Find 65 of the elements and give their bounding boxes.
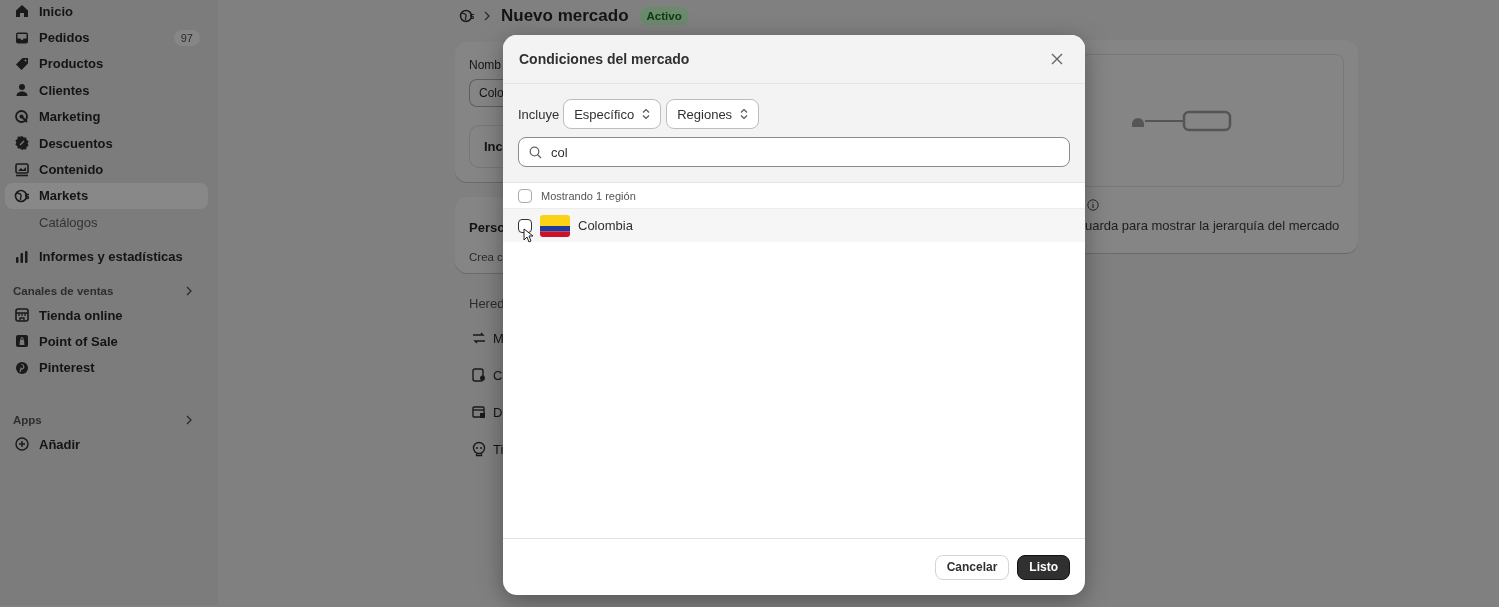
sidebar-item[interactable]: Clientes: [5, 77, 208, 104]
done-button[interactable]: Listo: [1017, 554, 1070, 580]
home-icon: [14, 3, 30, 20]
checkbox[interactable]: [518, 218, 532, 233]
person-icon: [14, 82, 30, 99]
sidebar-item[interactable]: Descuentos: [5, 129, 208, 157]
sort-arrows-icon: [642, 108, 651, 120]
sidebar-item[interactable]: Point of Sale: [5, 328, 208, 355]
sidebar-item[interactable]: Markets: [5, 182, 208, 210]
storefront-icon: [14, 307, 30, 324]
search-icon: [529, 145, 542, 159]
monitor-icon: [14, 161, 30, 178]
discount-badge-icon: [14, 135, 30, 152]
cancel-button[interactable]: Cancelar: [934, 554, 1010, 580]
page-title: Nuevo mercado: [501, 6, 629, 26]
checkbox[interactable]: [518, 188, 532, 203]
shopping-bag-icon: [14, 333, 30, 350]
exchange-dollar-icon: [471, 330, 487, 346]
face-icon: [471, 441, 487, 457]
section-header[interactable]: Apps: [13, 411, 193, 430]
region-name: Colombia: [578, 218, 633, 233]
sidebar-item[interactable]: Contenido: [5, 156, 208, 183]
window-stack-icon: [471, 404, 487, 420]
hint-text: uarda para mostrar la jerarquía del mercado: [1085, 218, 1341, 233]
filter-label: Incluye: [518, 106, 560, 122]
dialog-title: Condiciones del mercado: [519, 51, 690, 67]
result-count: Mostrando 1 región: [541, 189, 636, 202]
section-header[interactable]: Canales de ventas: [13, 281, 193, 300]
sidebar-item[interactable]: Añadir: [5, 431, 208, 458]
chevron-right-icon: [185, 415, 193, 426]
select-dropdown[interactable]: Específico: [563, 99, 662, 129]
close-icon: [1051, 53, 1063, 65]
sidebar-item[interactable]: Catálogos: [5, 209, 208, 236]
sidebar-item[interactable]: Productos: [5, 50, 208, 78]
tag-icon: [14, 55, 30, 72]
sort-arrows-icon: [740, 108, 749, 120]
status-badge: Activo: [639, 7, 689, 25]
inherited-item[interactable]: Ti: [493, 441, 504, 457]
sidebar-item[interactable]: Pedidos 97: [5, 24, 208, 51]
card-text: Crea c: [469, 251, 503, 263]
region-row[interactable]: Colombia: [503, 209, 1085, 242]
count-badge: 97: [173, 29, 200, 46]
field-label: Nomb: [469, 58, 501, 72]
pointer-cursor-icon: [523, 228, 533, 243]
inherited-item[interactable]: M: [493, 330, 504, 346]
sidebar-item[interactable]: Marketing: [5, 103, 208, 130]
globe-dollar-icon: [459, 8, 475, 24]
sidebar-item[interactable]: Informes y estadísticas: [5, 243, 208, 270]
inherited-item[interactable]: C: [493, 367, 503, 383]
document-badge-icon: [471, 367, 487, 383]
flag-icon: [540, 214, 570, 237]
search-field[interactable]: col: [518, 137, 1070, 167]
sidebar-item[interactable]: Pinterest: [5, 354, 208, 382]
chevron-right-icon: [483, 11, 491, 21]
target-icon: [14, 108, 30, 125]
info-icon: [1087, 199, 1099, 211]
sidebar-item[interactable]: Inicio: [5, 0, 208, 25]
sidebar-item[interactable]: Tienda online: [5, 301, 208, 329]
bar-chart-icon: [14, 248, 30, 265]
select-dropdown[interactable]: Regiones: [666, 99, 760, 129]
inherited-item[interactable]: D: [493, 404, 503, 420]
add-circle-icon: [14, 436, 30, 453]
globe-dollar-icon: [14, 187, 30, 204]
chevron-right-icon: [185, 285, 193, 296]
pin-logo-icon: [14, 359, 30, 376]
